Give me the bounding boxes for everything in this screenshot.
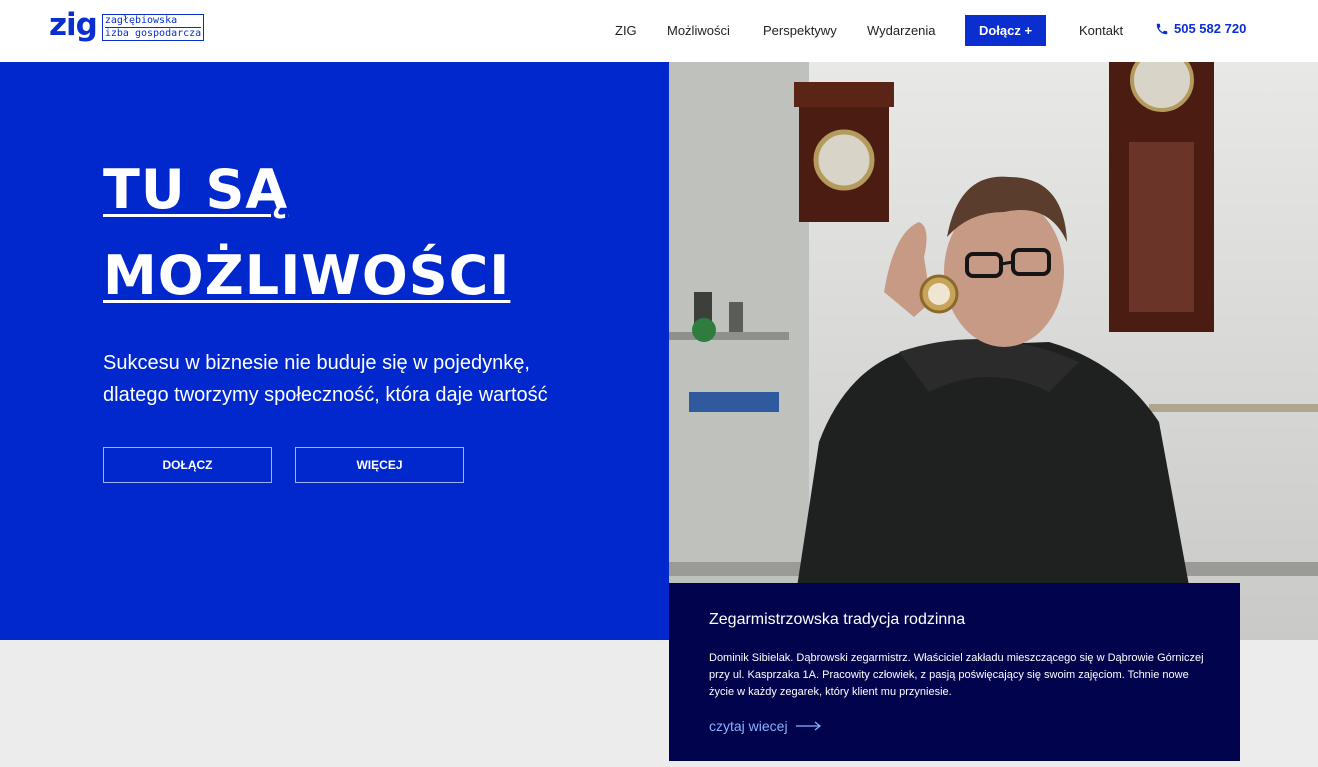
nav-item-kontakt[interactable]: Kontakt bbox=[1079, 23, 1123, 38]
card-title: Zegarmistrzowska tradycja rodzinna bbox=[709, 611, 966, 628]
nav-item-wydarzenia[interactable]: Wydarzenia bbox=[867, 23, 936, 38]
hero-join-button[interactable]: DOŁĄCZ bbox=[103, 447, 272, 483]
hero-title-line-1: TU SĄ bbox=[103, 158, 289, 221]
read-more-link[interactable]: czytaj wiecej bbox=[709, 718, 822, 734]
card-text: Dominik Sibielak. Dąbrowski zegarmistrz.… bbox=[709, 652, 1204, 698]
nav-item-perspektywy[interactable]: Perspektywy bbox=[763, 23, 837, 38]
hero-title: TU SĄ MOŻLIWOŚCI bbox=[103, 147, 510, 319]
hero-more-button[interactable]: WIĘCEJ bbox=[295, 447, 464, 483]
phone-link[interactable]: 505 582 720 bbox=[1155, 21, 1246, 36]
main-nav: ZIG Możliwości Perspektywy Wydarzenia Do… bbox=[0, 0, 1318, 62]
arrow-right-icon bbox=[795, 721, 821, 731]
phone-number: 505 582 720 bbox=[1174, 21, 1247, 36]
read-more-label: czytaj wiecej bbox=[709, 718, 788, 734]
join-button[interactable]: Dołącz + bbox=[965, 15, 1046, 46]
feature-card: Zegarmistrzowska tradycja rodzinna Domin… bbox=[669, 583, 1240, 761]
hero-photo bbox=[669, 62, 1318, 640]
watchmaker-photo-illustration bbox=[669, 62, 1318, 640]
phone-icon bbox=[1156, 23, 1168, 34]
nav-item-mozliwosci[interactable]: Możliwości bbox=[667, 23, 730, 38]
site-header: zig zagłębiowska izba gospodarcza ZIG Mo… bbox=[0, 0, 1318, 62]
hero-subtitle: Sukcesu w biznesie nie buduje się w poje… bbox=[103, 352, 548, 406]
nav-item-zig[interactable]: ZIG bbox=[615, 23, 637, 38]
hero-title-line-2: MOŻLIWOŚCI bbox=[103, 244, 511, 307]
